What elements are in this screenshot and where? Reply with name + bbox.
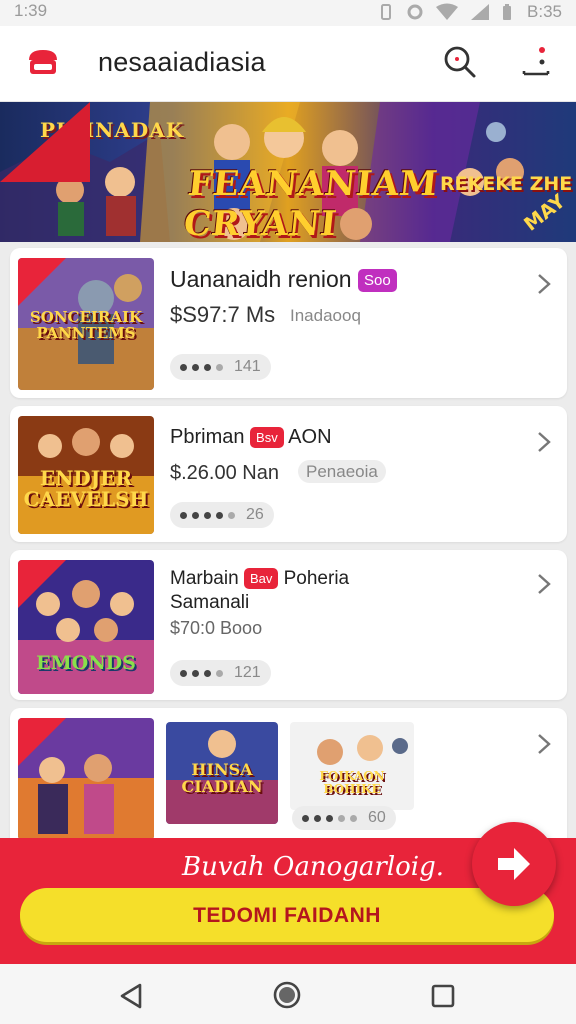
battery-icon	[503, 4, 512, 20]
recent-apps-icon[interactable]	[430, 983, 456, 1009]
status-icons: B:35	[377, 2, 562, 22]
rating-pill: 60	[292, 806, 396, 830]
card-title: Marbain Bav Poheria	[170, 568, 349, 590]
banner-corner-ribbon	[0, 102, 90, 182]
rating-dot	[228, 511, 235, 519]
system-nav-bar	[0, 964, 576, 1024]
card-thumbnail-text: EMONDS	[36, 652, 136, 674]
rating-dot	[180, 511, 187, 519]
extra-thumbnail-2[interactable]: FOIKAON BOHIKE	[290, 722, 414, 810]
card-badge: Soo	[357, 269, 397, 293]
card-title: Uananaidh renion Soo	[170, 266, 397, 293]
search-icon[interactable]	[442, 44, 478, 80]
game-card-2[interactable]: ENDJER CAEVELSH Pbriman Bsv AON $.26.00 …	[10, 406, 567, 542]
status-secondary-time: B:35	[527, 2, 562, 21]
card-title-text: Uananaidh renion	[170, 266, 352, 292]
rating-dot	[192, 363, 199, 371]
card-thumbnail: SONCEIRAIK PANNTEMS	[18, 258, 154, 390]
rating-dot	[350, 814, 357, 822]
rating-dot	[204, 669, 211, 677]
promo-button[interactable]: TEDOMI FAIDANH	[20, 888, 554, 942]
rating-count: 141	[234, 358, 261, 375]
rating-pill: 141	[170, 354, 271, 380]
app-header: nesaaiadiasia	[0, 26, 576, 102]
banner-title-right: REKEKE ZHE	[440, 173, 573, 195]
back-icon[interactable]	[118, 982, 144, 1010]
promo-text: Buvah Oanogarloig.	[182, 852, 445, 882]
hero-banner[interactable]: PIDINADAK FEANANIAM CRYANI REKEKE ZHE MA…	[0, 102, 576, 242]
rating-dot	[180, 669, 187, 677]
chevron-right-icon[interactable]	[534, 732, 554, 756]
vibrate-icon	[381, 4, 392, 20]
rating-dot	[216, 511, 223, 519]
card-thumbnail	[18, 718, 154, 840]
card-badge: Bav	[243, 568, 279, 590]
signal-icon	[471, 4, 490, 20]
extra-thumbnail-1[interactable]: HINSA CIADIAN	[166, 722, 278, 824]
status-bar: 1:39 B:35	[0, 0, 576, 26]
rating-dot	[326, 814, 333, 822]
rating-count: 121	[234, 664, 261, 681]
rating-dot	[314, 814, 321, 822]
rating-dot	[180, 363, 187, 371]
extra-thumbnail-text: HINSA CIADIAN	[181, 760, 263, 796]
rating-dot	[192, 669, 199, 677]
card-title-prefix: Marbain	[170, 568, 239, 589]
sync-icon	[407, 4, 423, 20]
chevron-right-icon[interactable]	[534, 572, 554, 596]
card-badge: Bsv	[250, 427, 284, 449]
rating-dot	[204, 511, 211, 519]
wifi-icon	[436, 3, 459, 20]
game-card-1[interactable]: SONCEIRAIK PANNTEMS Uananaidh renion Soo…	[10, 248, 567, 398]
card-subtitle: Penaeoia	[298, 460, 386, 483]
card-thumbnail: EMONDS	[18, 560, 154, 694]
rating-dot	[216, 363, 223, 371]
rating-pill: 121	[170, 660, 271, 686]
extra-thumbnail-text: FOIKAON BOHIKE	[319, 769, 385, 796]
ribbon-icon	[18, 560, 66, 608]
rating-dot	[302, 814, 309, 822]
card-price: $70:0 Booo	[170, 618, 263, 638]
rating-dot	[204, 363, 211, 371]
rating-count: 60	[368, 809, 386, 826]
status-time: 1:39	[14, 1, 48, 20]
card-title-line2: Samanali	[170, 592, 250, 613]
card-price: $S97:7 Ms	[170, 302, 276, 327]
home-icon[interactable]	[272, 980, 302, 1010]
app-screen: 1:39 B:35 nesaaiadiasia PIDINADAK FEANAN…	[0, 0, 576, 1024]
card-subtitle-text: Penaeoia	[298, 460, 386, 483]
card-title-suffix: AON	[288, 426, 332, 448]
game-card-3[interactable]: EMONDS Marbain Bav Poheria Samanali $70:…	[10, 550, 567, 700]
card-thumbnail-text: SONCEIRAIK PANNTEMS	[29, 308, 143, 342]
card-title: Pbriman Bsv AON	[170, 426, 332, 449]
ribbon-icon	[18, 258, 66, 306]
more-icon[interactable]	[518, 44, 554, 80]
card-thumbnail: ENDJER CAEVELSH	[18, 416, 154, 534]
game-card-4[interactable]: HINSA CIADIAN FOIKAON BOHIKE 60	[10, 708, 567, 848]
card-subtitle: Inadaooq	[290, 306, 361, 325]
chevron-right-icon[interactable]	[534, 430, 554, 454]
rating-dot	[192, 511, 199, 519]
ribbon-icon	[18, 718, 66, 766]
arrow-right-icon	[498, 848, 530, 880]
logo-icon[interactable]	[24, 44, 62, 82]
card-title-suffix: Poheria	[283, 568, 350, 589]
rating-count: 26	[246, 506, 264, 523]
app-title: nesaaiadiasia	[98, 47, 266, 77]
rating-dot	[338, 814, 345, 822]
rating-dot	[216, 669, 223, 677]
chevron-right-icon[interactable]	[534, 272, 554, 296]
rating-pill: 26	[170, 502, 274, 528]
card-thumbnail-text: ENDJER CAEVELSH	[23, 466, 149, 511]
next-fab-button[interactable]	[472, 822, 556, 906]
card-price: $.26.00 Nan	[170, 462, 279, 484]
card-title-prefix: Pbriman	[170, 426, 245, 448]
